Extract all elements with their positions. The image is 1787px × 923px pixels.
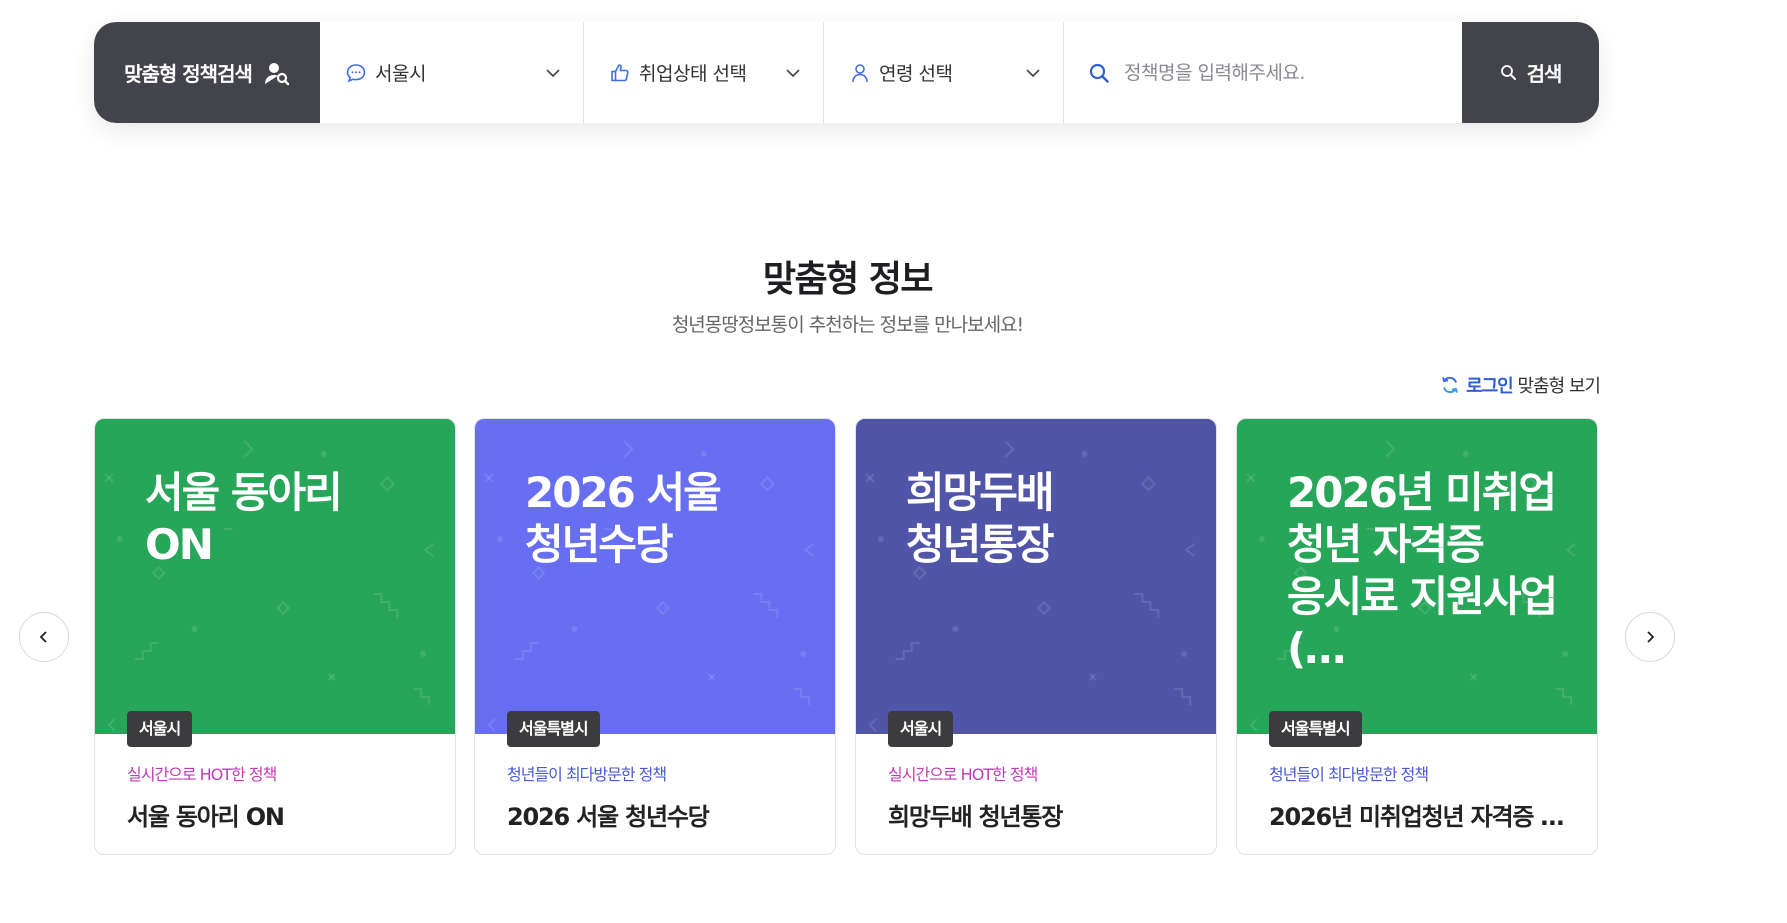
region-badge: 서울특별시 [1269, 711, 1362, 747]
region-badge: 서울시 [888, 711, 954, 747]
search-icon [1500, 65, 1516, 80]
search-button-label: 검색 [1526, 62, 1563, 86]
search-title-text: 맞춤형 정책검색 [124, 62, 253, 86]
chevron-down-icon [546, 68, 560, 77]
policy-card[interactable]: 2026 서울 청년수당 서울특별시 청년들이 최다방문한 정책 2026 서울… [474, 418, 836, 855]
login-custom-view-link[interactable]: 로그인 맞춤형 보기 [1440, 372, 1601, 398]
card-policy-name: 2026 서울 청년수당 [507, 803, 710, 831]
age-select[interactable]: 연령 선택 [824, 22, 1064, 123]
policy-card[interactable]: 희망두배 청년통장 서울시 실시간으로 HOT한 정책 희망두배 청년통장 [855, 418, 1217, 855]
region-badge: 서울시 [127, 711, 193, 747]
card-policy-name: 2026년 미취업청년 자격증 … [1269, 803, 1564, 831]
search-icon [1089, 63, 1109, 83]
card-tag: 청년들이 최다방문한 정책 [1269, 765, 1429, 784]
policy-search-input[interactable] [1122, 60, 1438, 85]
card-image-title: 2026 서울 청년수당 [525, 468, 722, 569]
chevron-right-icon [1647, 631, 1655, 643]
policy-card[interactable]: 서울 동아리 ON 서울시 실시간으로 HOT한 정책 서울 동아리 ON [94, 418, 456, 855]
search-title: 맞춤형 정책검색 [94, 22, 320, 123]
chevron-left-icon [39, 631, 47, 643]
card-image-title: 서울 동아리 ON [145, 468, 343, 569]
policy-card[interactable]: 2026년 미취업 청년 자격증 응시료 지원사업(… 서울특별시 청년들이 최… [1236, 418, 1598, 855]
chevron-down-icon [786, 68, 800, 77]
login-text: 로그인 [1466, 376, 1514, 397]
card-image: 2026년 미취업 청년 자격증 응시료 지원사업(… [1237, 419, 1597, 734]
card-tag: 실시간으로 HOT한 정책 [127, 765, 277, 784]
search-button[interactable]: 검색 [1462, 22, 1599, 123]
employment-select[interactable]: 취업상태 선택 [584, 22, 824, 123]
employment-select-value: 취업상태 선택 [639, 63, 747, 85]
region-select-value: 서울시 [375, 63, 426, 85]
age-select-value: 연령 선택 [879, 63, 953, 85]
speech-bubble-icon [346, 63, 366, 82]
person-icon [852, 63, 868, 82]
card-image: 2026 서울 청년수당 [475, 419, 835, 734]
chevron-down-icon [1026, 68, 1040, 77]
section-title: 맞춤형 정보 [762, 259, 934, 300]
card-policy-name: 희망두배 청년통장 [888, 803, 1063, 831]
section-subtitle: 청년몽땅정보통이 추천하는 정보를 만나보세요! [671, 314, 1024, 336]
refresh-icon [1442, 376, 1459, 394]
carousel-next-button[interactable] [1625, 612, 1675, 662]
custom-view-text: 맞춤형 보기 [1512, 376, 1601, 397]
card-tag: 청년들이 최다방문한 정책 [507, 765, 667, 784]
region-select[interactable]: 서울시 [320, 22, 584, 123]
card-image: 서울 동아리 ON [95, 419, 455, 734]
card-image-title: 2026년 미취업 청년 자격증 응시료 지원사업(… [1287, 468, 1558, 673]
policy-search-field [1064, 22, 1462, 123]
card-image-title: 희망두배 청년통장 [906, 468, 1055, 569]
card-policy-name: 서울 동아리 ON [127, 803, 285, 831]
user-search-icon [264, 62, 290, 85]
card-tag: 실시간으로 HOT한 정책 [888, 765, 1038, 784]
carousel-prev-button[interactable] [19, 612, 69, 662]
card-image: 희망두배 청년통장 [856, 419, 1216, 734]
policy-search-bar: 맞춤형 정책검색 서울시 취업상태 선택 연령 선택 정책명을 입력해주세요. … [94, 22, 1599, 123]
region-badge: 서울특별시 [507, 711, 600, 747]
thumbs-up-icon [611, 63, 629, 81]
